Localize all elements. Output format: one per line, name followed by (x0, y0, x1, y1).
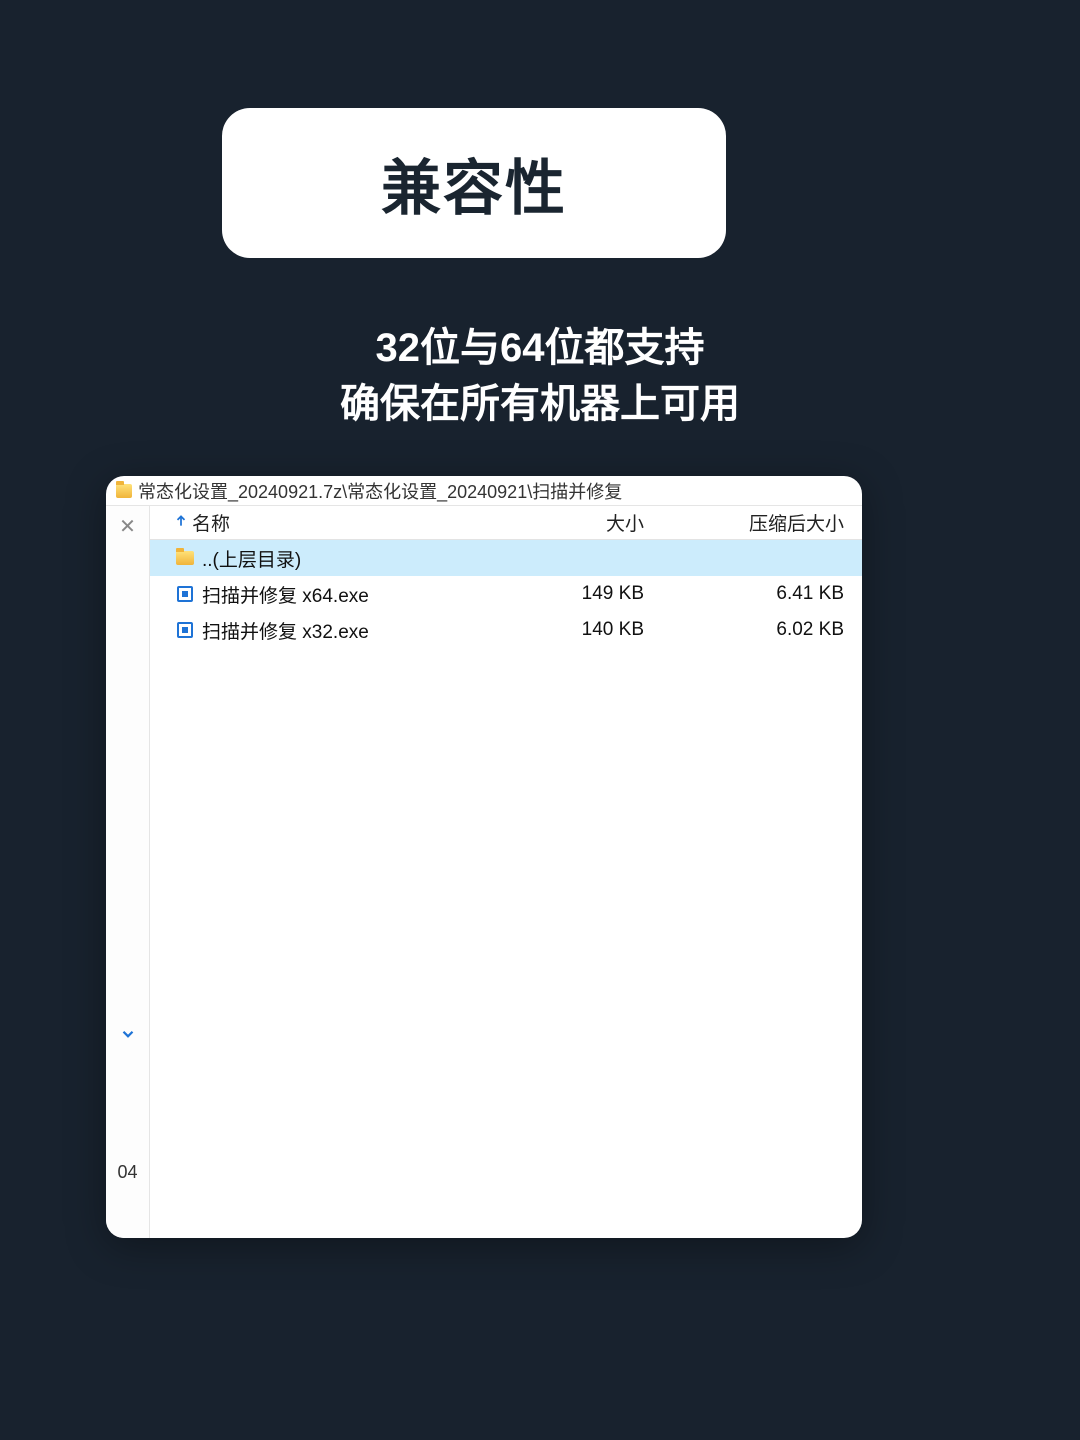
title-card: 兼容性 (222, 108, 726, 258)
file-name: 扫描并修复 x64.exe (202, 581, 512, 608)
table-row[interactable]: 扫描并修复 x32.exe 140 KB 6.02 KB (150, 612, 862, 648)
side-number: 04 (117, 1162, 137, 1183)
file-size: 140 KB (512, 619, 672, 641)
file-list: 名称 大小 压缩后大小 ..(上层目录) 扫描并修复 x64.exe 149 K… (150, 506, 862, 1238)
folder-icon (174, 551, 196, 565)
subtitle-block: 32位与64位都支持 确保在所有机器上可用 (0, 320, 1080, 432)
page-title: 兼容性 (381, 140, 567, 227)
exe-icon (174, 622, 196, 638)
subtitle-line-1: 32位与64位都支持 (0, 320, 1080, 376)
file-compressed-size: 6.02 KB (672, 619, 862, 641)
column-name[interactable]: 名称 (160, 509, 512, 536)
file-size: 149 KB (512, 583, 672, 605)
column-headers[interactable]: 名称 大小 压缩后大小 (150, 506, 862, 540)
side-strip: ✕ 04 (106, 506, 150, 1238)
archive-explorer-window: 常态化设置_20240921.7z\常态化设置_20240921\扫描并修复 ✕… (106, 476, 862, 1238)
chevron-down-icon[interactable] (119, 1025, 137, 1048)
path-text: 常态化设置_20240921.7z\常态化设置_20240921\扫描并修复 (138, 478, 622, 504)
subtitle-line-2: 确保在所有机器上可用 (0, 376, 1080, 432)
sort-asc-icon (174, 512, 188, 534)
table-row[interactable]: 扫描并修复 x64.exe 149 KB 6.41 KB (150, 576, 862, 612)
folder-icon (116, 484, 132, 498)
column-size[interactable]: 大小 (512, 509, 672, 536)
file-compressed-size: 6.41 KB (672, 583, 862, 605)
close-icon[interactable]: ✕ (119, 514, 136, 539)
column-compressed-size[interactable]: 压缩后大小 (672, 509, 862, 536)
exe-icon (174, 586, 196, 602)
file-name: ..(上层目录) (202, 545, 512, 572)
file-name: 扫描并修复 x32.exe (202, 617, 512, 644)
path-bar[interactable]: 常态化设置_20240921.7z\常态化设置_20240921\扫描并修复 (106, 476, 862, 506)
table-row[interactable]: ..(上层目录) (150, 540, 862, 576)
